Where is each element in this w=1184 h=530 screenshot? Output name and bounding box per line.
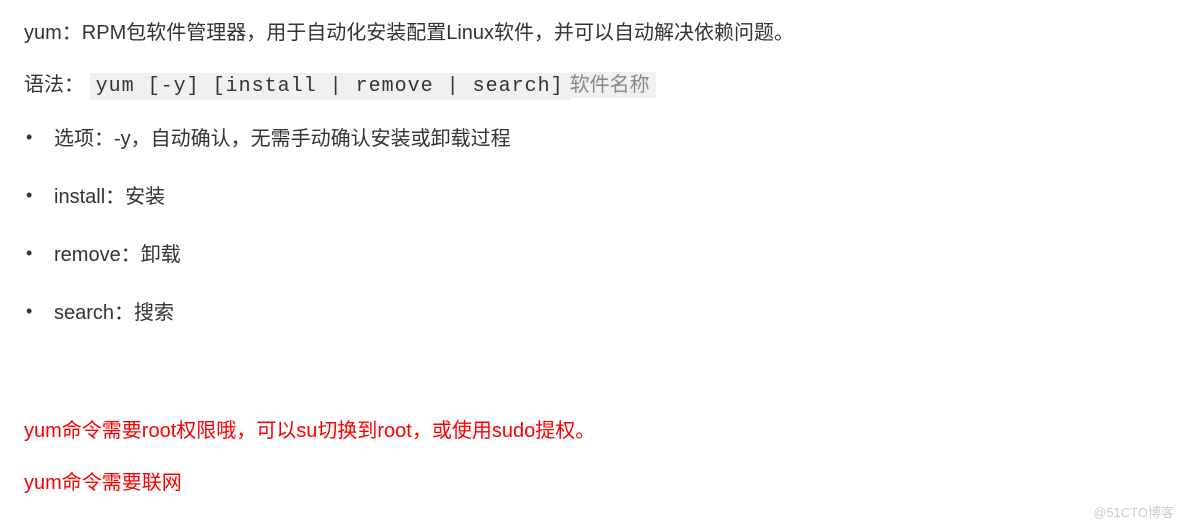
list-item: install：安装 — [54, 182, 1160, 212]
notes-block: yum命令需要root权限哦，可以su切换到root，或使用sudo提权。 yu… — [24, 416, 1160, 498]
syntax-argument: 软件名称 — [570, 72, 656, 98]
syntax-code: yum [-y] [install | remove | search] — [90, 73, 570, 100]
list-item: remove：卸载 — [54, 240, 1160, 270]
syntax-label: 语法： — [24, 74, 84, 96]
syntax-line: 语法： yum [-y] [install | remove | search]… — [24, 70, 1160, 102]
note-network: yum命令需要联网 — [24, 468, 1160, 498]
watermark: @51CTO博客 — [1093, 503, 1174, 523]
list-item: search：搜索 — [54, 298, 1160, 328]
list-item: 选项：-y，自动确认，无需手动确认安装或卸载过程 — [54, 124, 1160, 154]
options-list: 选项：-y，自动确认，无需手动确认安装或卸载过程 install：安装 remo… — [24, 124, 1160, 328]
intro-paragraph: yum：RPM包软件管理器，用于自动化安装配置Linux软件，并可以自动解决依赖… — [24, 18, 1160, 48]
note-root-permission: yum命令需要root权限哦，可以su切换到root，或使用sudo提权。 — [24, 416, 1160, 446]
